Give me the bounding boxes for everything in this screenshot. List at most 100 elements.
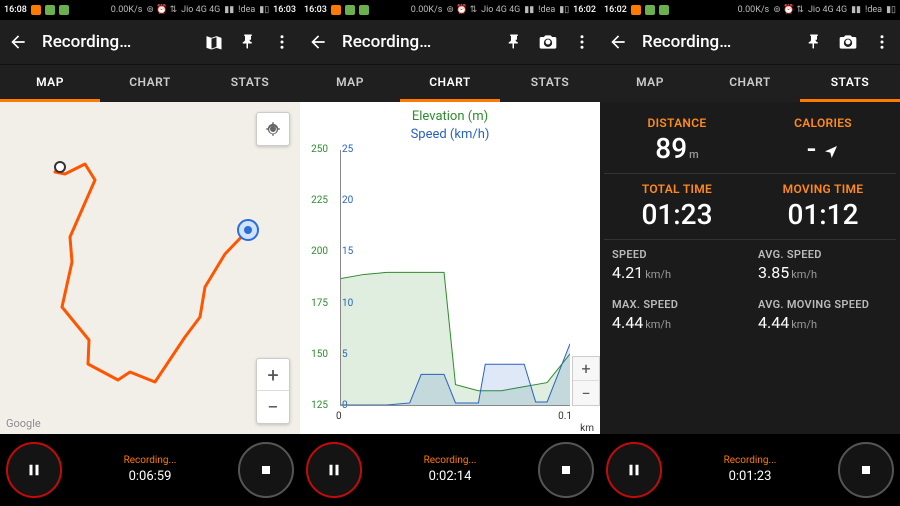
- status-net: 0.00K/s: [738, 5, 770, 15]
- status-net: 0.00K/s: [411, 5, 443, 15]
- tab-map[interactable]: MAP: [300, 65, 400, 102]
- stat-avg-speed: AVG. SPEED 3.85km/h: [750, 240, 896, 290]
- status-bar: 16:08 0.00K/s ⊚ ⏰ ⇅ Jio 4G 4G ▮▮ !dea ▮▯…: [0, 0, 300, 20]
- ytick-elev: 225: [302, 195, 328, 206]
- status-bar: 16:02 0.00K/s ⊚ ⏰ ⇅ Jio 4G 4G ▮▮ !dea ▮▯: [600, 0, 900, 20]
- chart-zoom-control: + −: [572, 356, 600, 406]
- stop-button[interactable]: [238, 442, 294, 498]
- pin-icon[interactable]: [504, 32, 524, 52]
- zoom-out-button[interactable]: −: [257, 391, 289, 423]
- status-carrier: Jio 4G 4G: [808, 5, 847, 15]
- recording-elapsed: 0:02:14: [429, 468, 472, 486]
- screen-stats: 16:02 0.00K/s ⊚ ⏰ ⇅ Jio 4G 4G ▮▮ !dea ▮▯…: [600, 0, 900, 506]
- recording-controls: Recording... 0:02:14: [300, 434, 600, 506]
- status-carrier2: !dea: [538, 5, 555, 15]
- appbar-title: Recording…: [642, 32, 790, 52]
- xtick: 0.1: [558, 411, 572, 422]
- status-clock: 16:02: [604, 5, 627, 15]
- tab-bar: MAP CHART STATS: [600, 64, 900, 102]
- pause-button[interactable]: [6, 442, 62, 498]
- status-carrier2: !dea: [865, 5, 882, 15]
- stat-max-speed: MAX. SPEED 4.44km/h: [604, 290, 750, 340]
- legend-elevation: Elevation (m): [412, 109, 488, 124]
- app-bar: Recording…: [0, 20, 300, 64]
- xtick: 0: [336, 411, 342, 422]
- screen-chart: 16:03 0.00K/s ⊚ ⏰ ⇅ Jio 4G 4G ▮▮ !dea ▮▯…: [300, 0, 600, 506]
- stat-calories: CALORIES -: [750, 108, 896, 173]
- tab-bar: MAP CHART STATS: [300, 64, 600, 102]
- stats-panel: DISTANCE 89m CALORIES - TOTAL TIME 01:23…: [600, 102, 900, 434]
- chart-canvas[interactable]: Elevation (m) Speed (km/h) 250 225 200 1…: [300, 102, 600, 434]
- status-carrier: Jio 4G 4G: [481, 5, 520, 15]
- my-location-button[interactable]: [256, 112, 290, 146]
- overflow-icon[interactable]: [872, 32, 892, 52]
- map-zoom-control: + −: [256, 358, 290, 424]
- status-net: 0.00K/s: [111, 5, 143, 15]
- zoom-in-button[interactable]: +: [257, 359, 289, 391]
- map-attribution: Google: [6, 417, 41, 430]
- back-icon[interactable]: [308, 32, 328, 52]
- stat-avg-moving-speed: AVG. MOVING SPEED 4.44km/h: [750, 290, 896, 340]
- status-clock-r: 16:03: [273, 5, 296, 15]
- chart-plot: [341, 150, 570, 405]
- stat-speed: SPEED 4.21km/h: [604, 240, 750, 290]
- recording-elapsed: 0:06:59: [129, 468, 172, 486]
- tab-chart[interactable]: CHART: [100, 65, 200, 102]
- chart-zoom-out[interactable]: −: [573, 381, 599, 405]
- legend-speed: Speed (km/h): [411, 127, 490, 142]
- app-bar: Recording…: [600, 20, 900, 64]
- back-icon[interactable]: [608, 32, 628, 52]
- gps-track-path: [0, 102, 300, 432]
- stop-button[interactable]: [538, 442, 594, 498]
- recording-controls: Recording... 0:06:59: [0, 434, 300, 506]
- tab-map[interactable]: MAP: [600, 65, 700, 102]
- chart-title: Elevation (m) Speed (km/h): [300, 102, 600, 143]
- overflow-icon[interactable]: [572, 32, 592, 52]
- status-clock: 16:03: [304, 5, 327, 15]
- back-icon[interactable]: [8, 32, 28, 52]
- appbar-title: Recording…: [342, 32, 490, 52]
- status-carrier: Jio 4G 4G: [181, 5, 220, 15]
- recording-info: Recording... 0:06:59: [62, 454, 238, 486]
- tab-chart[interactable]: CHART: [400, 65, 500, 102]
- stat-distance: DISTANCE 89m: [604, 108, 750, 173]
- app-bar: Recording…: [300, 20, 600, 64]
- ytick-elev: 125: [302, 400, 328, 411]
- tab-map[interactable]: MAP: [0, 65, 100, 102]
- recording-label: Recording...: [424, 454, 477, 468]
- map-icon[interactable]: [204, 32, 224, 52]
- overflow-icon[interactable]: [272, 32, 292, 52]
- status-clock-r: 16:02: [573, 5, 596, 15]
- tab-stats[interactable]: STATS: [500, 65, 600, 102]
- status-carrier2: !dea: [238, 5, 255, 15]
- tab-stats[interactable]: STATS: [200, 65, 300, 102]
- pin-icon[interactable]: [804, 32, 824, 52]
- recording-controls: Recording... 0:01:23: [600, 434, 900, 506]
- screen-map: 16:08 0.00K/s ⊚ ⏰ ⇅ Jio 4G 4G ▮▮ !dea ▮▯…: [0, 0, 300, 506]
- stat-total-time: TOTAL TIME 01:23: [604, 174, 750, 239]
- recording-info: Recording... 0:02:14: [362, 454, 538, 486]
- stat-moving-time: MOVING TIME 01:12: [750, 174, 896, 239]
- tab-chart[interactable]: CHART: [700, 65, 800, 102]
- camera-icon[interactable]: [838, 32, 858, 52]
- recording-elapsed: 0:01:23: [729, 468, 772, 486]
- x-unit: km: [580, 423, 594, 434]
- stop-button[interactable]: [838, 442, 894, 498]
- recording-label: Recording...: [724, 454, 777, 468]
- ytick-elev: 200: [302, 246, 328, 257]
- recording-label: Recording...: [124, 454, 177, 468]
- pause-button[interactable]: [306, 442, 362, 498]
- tab-bar: MAP CHART STATS: [0, 64, 300, 102]
- camera-icon[interactable]: [538, 32, 558, 52]
- pin-icon[interactable]: [238, 32, 258, 52]
- appbar-title: Recording…: [42, 32, 190, 52]
- ytick-elev: 250: [302, 144, 328, 155]
- status-clock: 16:08: [4, 5, 27, 15]
- tab-stats[interactable]: STATS: [800, 65, 900, 102]
- ytick-elev: 175: [302, 298, 328, 309]
- chart-zoom-in[interactable]: +: [573, 357, 599, 381]
- pause-button[interactable]: [606, 442, 662, 498]
- recording-info: Recording... 0:01:23: [662, 454, 838, 486]
- location-arrow-icon: [823, 144, 839, 160]
- map-canvas[interactable]: + − Google: [0, 102, 300, 434]
